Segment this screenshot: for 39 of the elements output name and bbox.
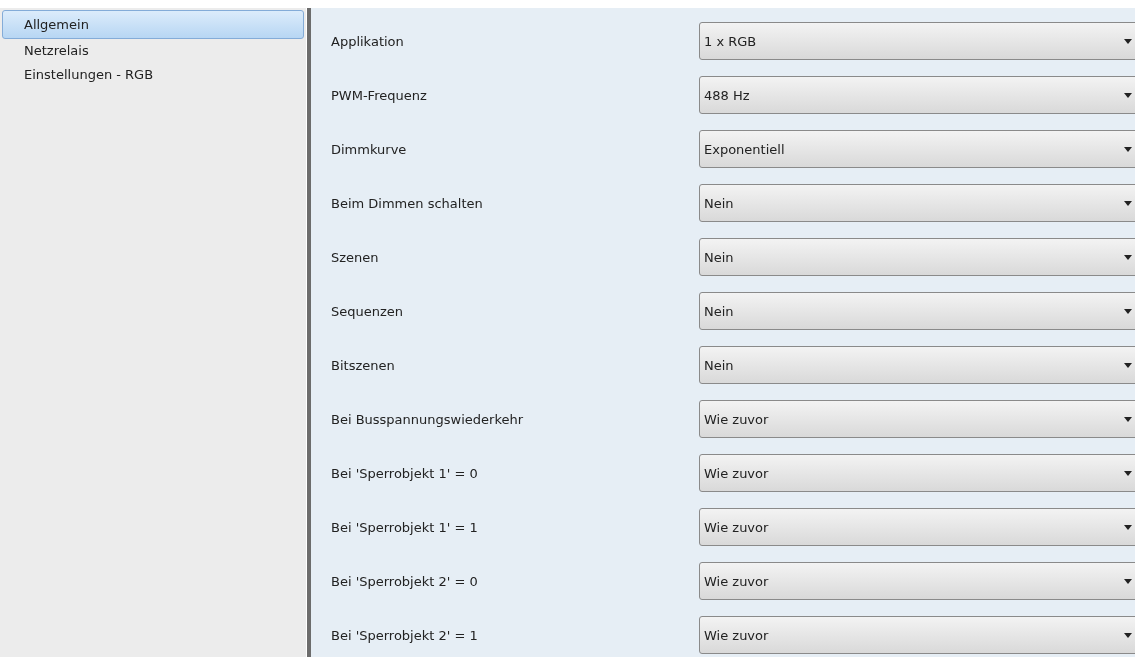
caret-icon [1124, 38, 1132, 44]
sidebar-item[interactable]: Einstellungen - RGB [2, 63, 304, 87]
dropdown[interactable]: Wie zuvor [699, 400, 1135, 438]
caret-icon [1124, 578, 1132, 584]
parameter-label: Bei 'Sperrobjekt 1' = 0 [331, 465, 479, 481]
dropdown[interactable]: Nein [699, 346, 1135, 384]
sidebar-item[interactable]: Allgemein [2, 10, 304, 39]
dropdown[interactable]: Nein [699, 184, 1135, 222]
dropdown[interactable]: Wie zuvor [699, 616, 1135, 654]
parameter-label: Bei 'Sperrobjekt 2' = 0 [331, 573, 479, 589]
caret-icon [1124, 254, 1132, 260]
parameter-label: Dimmkurve [331, 141, 408, 157]
dropdown[interactable]: Nein [699, 292, 1135, 330]
parameter-label: Bei 'Sperrobjekt 1' = 1 [331, 519, 479, 535]
dropdown[interactable]: 1 x RGB [699, 22, 1135, 60]
parameter-label: Bei 'Sperrobjekt 2' = 1 [331, 627, 479, 643]
caret-icon [1124, 362, 1132, 368]
dropdown[interactable]: 488 Hz [699, 76, 1135, 114]
dropdown[interactable]: Wie zuvor [699, 562, 1135, 600]
dropdown[interactable]: Wie zuvor [699, 508, 1135, 546]
caret-icon [1124, 524, 1132, 530]
parameter-label: PWM-Frequenz [331, 87, 428, 103]
parameter-label: Applikation [331, 33, 405, 49]
parameter-label: Szenen [331, 249, 380, 265]
caret-icon [1124, 200, 1132, 206]
parameter-label: Bei Busspannungswiederkehr [331, 411, 525, 427]
dropdown[interactable]: Nein [699, 238, 1135, 276]
parameter-label: Sequenzen [331, 303, 405, 319]
sidebar-item[interactable]: Netzrelais [2, 39, 304, 63]
caret-icon [1124, 470, 1132, 476]
dropdown[interactable]: Wie zuvor [699, 454, 1135, 492]
caret-icon [1124, 416, 1132, 422]
caret-icon [1124, 632, 1132, 638]
dropdown[interactable]: Exponentiell [699, 130, 1135, 168]
caret-icon [1124, 146, 1132, 152]
caret-icon [1124, 92, 1132, 98]
parameter-label: Bitszenen [331, 357, 396, 373]
caret-icon [1124, 308, 1132, 314]
parameter-label: Beim Dimmen schalten [331, 195, 484, 211]
